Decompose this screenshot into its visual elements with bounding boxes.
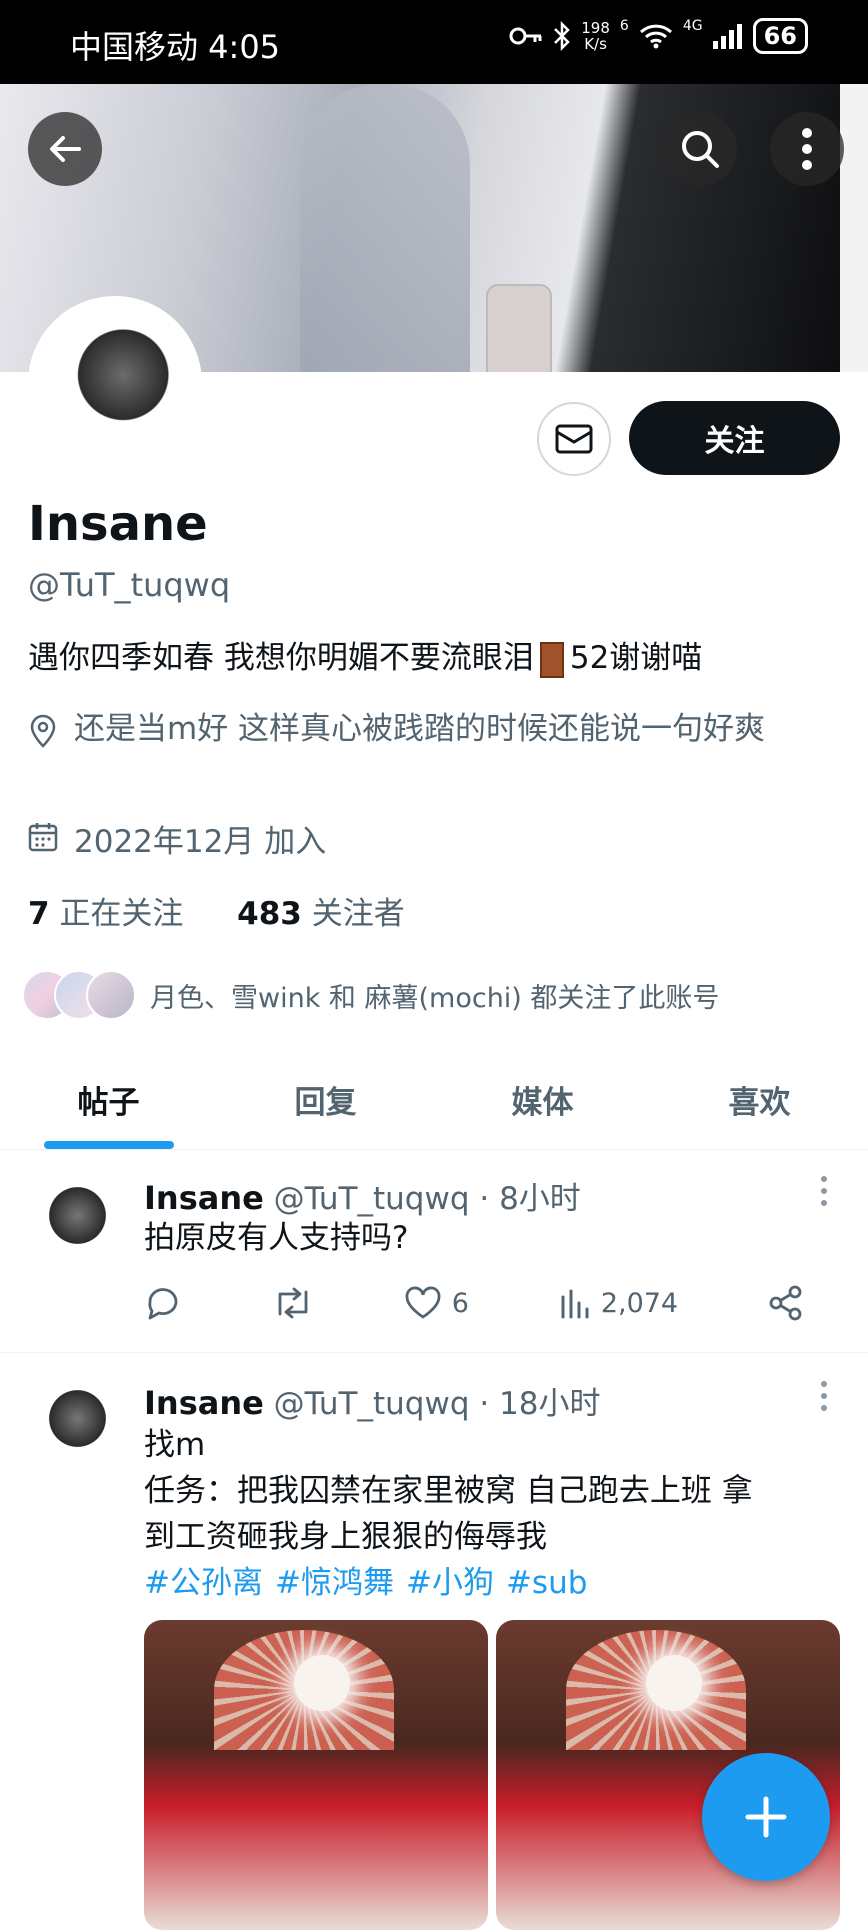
view-count: 2,074 bbox=[600, 1287, 679, 1319]
profile-avatar[interactable] bbox=[28, 296, 202, 470]
right-edge-strip bbox=[840, 84, 868, 372]
battery-indicator: 66 bbox=[752, 18, 808, 54]
wifi-icon bbox=[639, 24, 672, 49]
status-bar: 中国移动 4:05 198 K/s 6 4G 66 bbox=[0, 0, 868, 84]
follow-button[interactable]: 关注 bbox=[629, 401, 840, 475]
post-more-icon[interactable] bbox=[820, 1380, 828, 1412]
network-type: 4G bbox=[682, 18, 703, 34]
arrow-left-icon bbox=[50, 136, 81, 162]
search-icon bbox=[682, 131, 719, 168]
post-1[interactable]: Insane @TuT_tuqwq · 8小时 拍原皮有人支持吗? 6 2,07… bbox=[0, 1151, 868, 1353]
post-avatar[interactable] bbox=[28, 1378, 118, 1468]
more-vertical-icon bbox=[802, 128, 812, 170]
banner-phone-shape bbox=[486, 284, 552, 372]
post-more-icon[interactable] bbox=[820, 1175, 828, 1207]
bio-text-1: 遇你四季如春 我想你明媚不要流眼泪 bbox=[28, 640, 534, 676]
follow-stats: 7 正在关注 483 关注者 bbox=[28, 888, 405, 933]
reply-icon bbox=[148, 1288, 178, 1320]
post-image-1[interactable] bbox=[144, 1620, 488, 1930]
share-icon bbox=[769, 1285, 802, 1321]
following-count: 7 bbox=[28, 896, 50, 932]
followers-link[interactable]: 483 关注者 bbox=[237, 896, 405, 932]
join-date: 2022年12月 加入 bbox=[74, 824, 327, 860]
door-emoji-icon bbox=[539, 641, 564, 678]
cell-signal-icon bbox=[712, 24, 742, 49]
location-row: 还是当m好 这样真心被践踏的时候还能说一句好爽 bbox=[28, 708, 828, 752]
views-button[interactable]: 2,074 bbox=[559, 1287, 678, 1319]
hashtag-link[interactable]: #惊鸿舞 bbox=[275, 1565, 394, 1601]
tab-media[interactable]: 媒体 bbox=[434, 1050, 651, 1149]
repost-icon bbox=[278, 1287, 308, 1319]
post-time: · 8小时 bbox=[479, 1181, 581, 1217]
followers-count: 483 bbox=[237, 896, 302, 932]
tab-posts[interactable]: 帖子 bbox=[0, 1050, 217, 1149]
post-author-handle: @TuT_tuqwq bbox=[273, 1386, 470, 1422]
followed-by-text: 月色、雪wink 和 麻薯(mochi) 都关注了此账号 bbox=[150, 982, 720, 1014]
mail-icon bbox=[555, 424, 593, 454]
analytics-icon bbox=[561, 1289, 589, 1319]
hashtag-link[interactable]: #小狗 bbox=[406, 1565, 494, 1601]
hashtag-link[interactable]: #sub bbox=[506, 1565, 587, 1601]
post-text-line-1: 找m bbox=[144, 1427, 206, 1463]
tab-likes[interactable]: 喜欢 bbox=[651, 1050, 868, 1149]
calendar-icon bbox=[28, 823, 58, 852]
post-hashtags: #公孙离 #惊鸿舞 #小狗 #sub bbox=[144, 1560, 844, 1606]
post-text: 拍原皮有人支持吗? bbox=[144, 1220, 409, 1256]
bio-text-2: 52谢谢喵 bbox=[569, 640, 703, 676]
search-button[interactable] bbox=[663, 112, 737, 186]
profile-tabs: 帖子 回复 媒体 喜欢 bbox=[0, 1050, 868, 1150]
mutual-avatar-3 bbox=[86, 970, 136, 1020]
post-header: Insane @TuT_tuqwq · 8小时 bbox=[144, 1173, 581, 1218]
hashtag-link[interactable]: #公孙离 bbox=[144, 1565, 263, 1601]
tab-replies[interactable]: 回复 bbox=[217, 1050, 434, 1149]
message-button[interactable] bbox=[537, 402, 611, 476]
post-text-line-2: 任务：把我囚禁在家里被窝 自己跑去上班 拿 bbox=[144, 1473, 753, 1509]
location-pin-icon bbox=[30, 714, 56, 748]
compose-button[interactable] bbox=[702, 1753, 830, 1881]
profile-name: Insane bbox=[28, 496, 208, 552]
post-avatar[interactable] bbox=[28, 1175, 118, 1265]
status-icons: 198 K/s 6 4G 66 bbox=[509, 18, 808, 54]
profile-bio: 遇你四季如春 我想你明媚不要流眼泪 52谢谢喵 bbox=[28, 632, 702, 678]
post-actions: 6 2,074 bbox=[144, 1285, 804, 1321]
post-header: Insane @TuT_tuqwq · 18小时 bbox=[144, 1378, 601, 1423]
reply-button[interactable] bbox=[144, 1285, 182, 1321]
like-count: 6 bbox=[451, 1287, 469, 1319]
key-icon bbox=[509, 27, 542, 45]
more-options-button[interactable] bbox=[770, 112, 844, 186]
post-author-name[interactable]: Insane bbox=[144, 1384, 264, 1422]
bluetooth-icon bbox=[554, 21, 571, 51]
join-date-row: 2022年12月 加入 bbox=[28, 816, 326, 861]
post-author-name[interactable]: Insane bbox=[144, 1179, 264, 1217]
net-speed: 198 K/s bbox=[581, 19, 610, 53]
location-text: 还是当m好 这样真心被践踏的时候还能说一句好爽 bbox=[74, 711, 766, 747]
post-author-handle: @TuT_tuqwq bbox=[273, 1181, 470, 1217]
plus-icon bbox=[745, 1796, 787, 1838]
back-button[interactable] bbox=[28, 112, 102, 186]
post-text: 找m 任务：把我囚禁在家里被窝 自己跑去上班 拿 到工资砸我身上狠狠的侮辱我 #… bbox=[144, 1422, 844, 1606]
post-time: · 18小时 bbox=[479, 1386, 601, 1422]
wifi-signal-prefix: 6 bbox=[619, 18, 629, 34]
following-label: 正在关注 bbox=[59, 896, 184, 932]
repost-button[interactable] bbox=[272, 1286, 314, 1320]
followed-by-row[interactable]: 月色、雪wink 和 麻薯(mochi) 都关注了此账号 bbox=[22, 970, 719, 1020]
followers-label: 关注者 bbox=[311, 896, 405, 932]
following-link[interactable]: 7 正在关注 bbox=[28, 896, 183, 932]
profile-handle: @TuT_tuqwq bbox=[28, 566, 231, 604]
heart-icon bbox=[405, 1286, 441, 1319]
carrier-time: 中国移动 4:05 bbox=[70, 28, 281, 66]
share-button[interactable] bbox=[768, 1285, 804, 1321]
post-text-line-3: 到工资砸我身上狠狠的侮辱我 bbox=[144, 1519, 547, 1555]
like-button[interactable]: 6 bbox=[404, 1286, 469, 1320]
